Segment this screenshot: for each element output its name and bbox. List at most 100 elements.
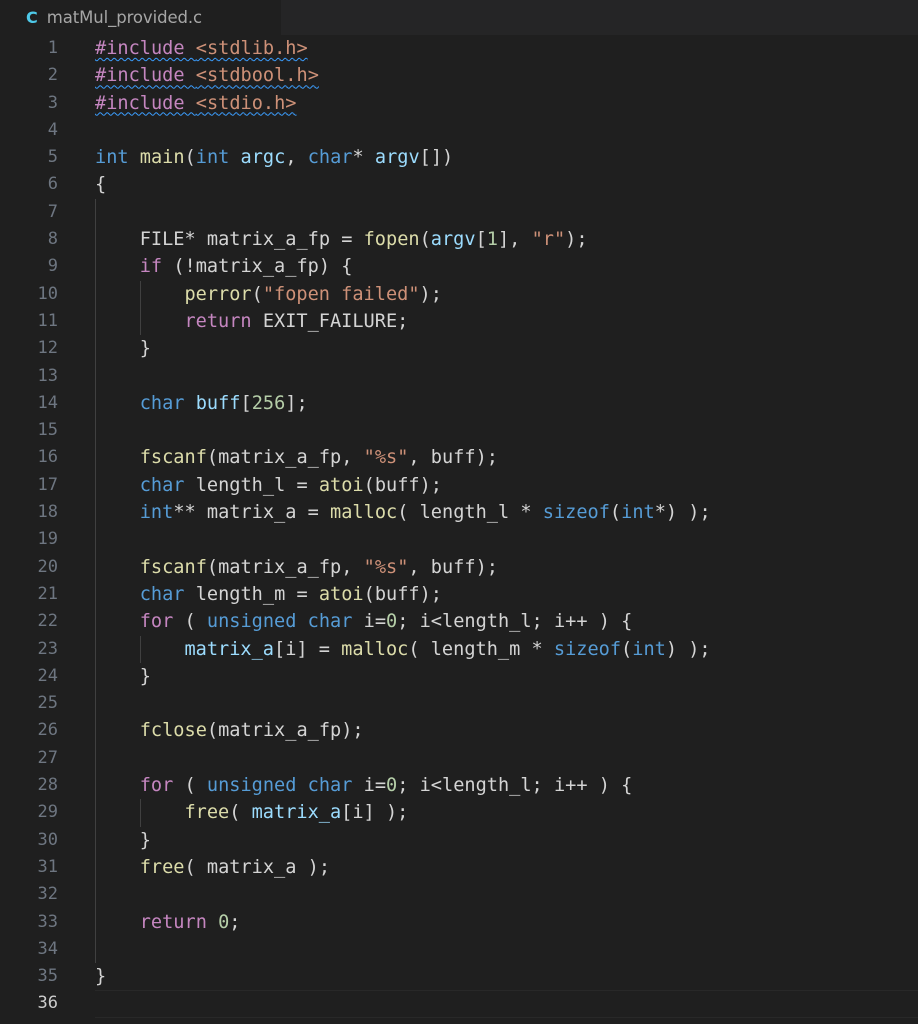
code-line[interactable]: 29 free( matrix_a[i] ); <box>0 799 918 827</box>
code-token: return <box>184 310 263 332</box>
code-token: i= <box>363 611 387 633</box>
code-line[interactable]: 32 <box>0 881 918 909</box>
code-token: ]; <box>285 392 308 414</box>
code-line[interactable]: 18 int** matrix_a = malloc( length_l * si… <box>0 499 918 527</box>
code-line[interactable]: 27 <box>0 744 918 773</box>
code-tokens: free( matrix_a[i] ); <box>184 799 408 826</box>
code-line-content: } <box>95 335 918 363</box>
code-line-content: free( matrix_a ); <box>95 853 918 882</box>
code-line[interactable]: 34 <box>0 935 918 964</box>
code-line[interactable]: 6{ <box>0 171 918 198</box>
tab-label: matMul_provided.c <box>46 8 202 27</box>
code-line[interactable]: 14 char buff[256]; <box>0 389 918 418</box>
code-token: "%s" <box>363 447 409 469</box>
code-token: unsigned char <box>206 611 364 633</box>
code-line[interactable]: 12} <box>0 335 918 363</box>
line-number: 35 <box>37 966 58 987</box>
code-token: unsigned char <box>206 775 364 797</box>
code-line[interactable]: 5 int main(int argc, char* argv[]) <box>0 144 918 171</box>
code-line[interactable]: 22 for ( unsigned char i=0; i<length_l; i… <box>0 608 918 636</box>
code-token: = <box>307 502 331 524</box>
code-token: (matrix_a_fp); <box>206 720 364 742</box>
line-number: 13 <box>37 365 58 386</box>
code-tokens: perror("fopen failed"); <box>184 281 442 308</box>
indent-guide <box>95 444 96 472</box>
code-token: = <box>296 583 319 605</box>
line-number: 11 <box>37 310 58 331</box>
code-token: char <box>139 474 196 496</box>
tab-matMul-provided-c[interactable]: C matMul_provided.c <box>0 0 281 35</box>
code-line[interactable]: 36 <box>0 990 918 1018</box>
code-token: "r" <box>531 229 566 251</box>
code-token-error: #include <box>95 65 196 87</box>
code-line[interactable]: 21 char length_m = atoi(buff); <box>0 580 918 609</box>
code-token: fopen <box>363 229 420 251</box>
code-token: char <box>139 392 196 414</box>
code-line[interactable]: 30} <box>0 826 918 854</box>
indent-guide <box>95 499 96 527</box>
code-editor[interactable]: 1 #include <stdlib.h> 2 #include <stdbool.h… <box>0 35 918 1024</box>
code-line-content: for ( unsigned char i=0; i<length_l; i++… <box>95 608 918 636</box>
code-line[interactable]: 3 #include <stdio.h> <box>0 90 918 117</box>
code-token: atoi <box>318 583 364 605</box>
code-token: ( matrix_a ); <box>184 856 331 878</box>
code-line[interactable]: 19 <box>0 526 918 554</box>
code-token: EXIT_FAILURE; <box>262 310 409 332</box>
indent-guide <box>139 307 141 336</box>
indent-guide <box>139 280 141 308</box>
code-line[interactable]: 2 #include <stdbool.h> <box>0 62 918 89</box>
code-line[interactable]: 23 matrix_a[i] = malloc( length_m * sizeo… <box>0 635 918 663</box>
code-token: int <box>632 638 666 660</box>
code-line[interactable]: 28 for ( unsigned char i=0; i<length_l; i… <box>0 772 918 800</box>
code-token: "fopen failed" <box>262 283 420 305</box>
line-number: 16 <box>37 447 58 468</box>
indent-guide <box>95 280 96 308</box>
code-line[interactable]: 33 return 0; <box>0 908 918 936</box>
code-token: (buff); <box>363 474 442 496</box>
code-token: int <box>95 147 140 169</box>
code-line-content: free( matrix_a[i] ); <box>95 799 918 827</box>
indent-guide <box>95 881 96 909</box>
code-line[interactable]: 15 <box>0 417 918 445</box>
line-number: 29 <box>37 802 58 823</box>
code-token: ; i<length_l; i++ ) { <box>397 611 633 633</box>
code-line-content: fscanf(matrix_a_fp, "%s", buff); <box>95 444 918 472</box>
code-line[interactable]: 10 perror("fopen failed"); <box>0 280 918 308</box>
code-token: [ <box>475 229 487 251</box>
code-line[interactable]: 35} <box>0 963 918 990</box>
code-line[interactable]: 9 if (!matrix_a_fp) { <box>0 253 918 281</box>
code-line[interactable]: 7 <box>0 198 918 227</box>
code-tokens: } <box>140 663 151 690</box>
code-token: } <box>95 966 107 988</box>
code-tokens: return EXIT_FAILURE; <box>184 308 408 335</box>
code-token: fscanf <box>139 447 207 469</box>
code-line-content <box>95 362 918 390</box>
indent-guide <box>139 799 141 827</box>
code-line[interactable]: 25 <box>0 690 918 718</box>
code-line[interactable]: 11 return EXIT_FAILURE; <box>0 307 918 336</box>
code-line-content: char length_l = atoi(buff); <box>95 471 918 500</box>
code-tokens: fclose(matrix_a_fp); <box>140 717 364 744</box>
code-line[interactable]: 17 char length_l = atoi(buff); <box>0 471 918 500</box>
indent-guide <box>95 226 96 254</box>
code-token: ], <box>497 229 532 251</box>
code-line[interactable]: 16 fscanf(matrix_a_fp, "%s", buff); <box>0 444 918 472</box>
code-line[interactable]: 4 <box>0 117 918 144</box>
code-line[interactable]: 1 #include <stdlib.h> <box>0 35 918 62</box>
code-tokens: #include <stdbool.h> <box>95 62 319 89</box>
code-token: char <box>307 147 353 169</box>
code-token: * <box>352 147 375 169</box>
code-line[interactable]: 31 free( matrix_a ); <box>0 853 918 882</box>
code-token: int <box>195 147 241 169</box>
code-tokens: char length_m = atoi(buff); <box>140 581 442 608</box>
code-tokens: for ( unsigned char i=0; i<length_l; i++… <box>140 772 633 799</box>
code-line[interactable]: 24} <box>0 662 918 691</box>
code-line[interactable]: 13 <box>0 362 918 390</box>
code-line[interactable]: 8 FILE* matrix_a_fp = fopen(argv[1], "r")… <box>0 226 918 254</box>
code-line[interactable]: 26 fclose(matrix_a_fp); <box>0 717 918 745</box>
indent-guide <box>95 799 96 827</box>
code-line[interactable]: 20 fscanf(matrix_a_fp, "%s", buff); <box>0 553 918 581</box>
code-token: buff <box>195 392 241 414</box>
code-token: 0 <box>386 611 398 633</box>
code-token: ( <box>229 802 252 824</box>
